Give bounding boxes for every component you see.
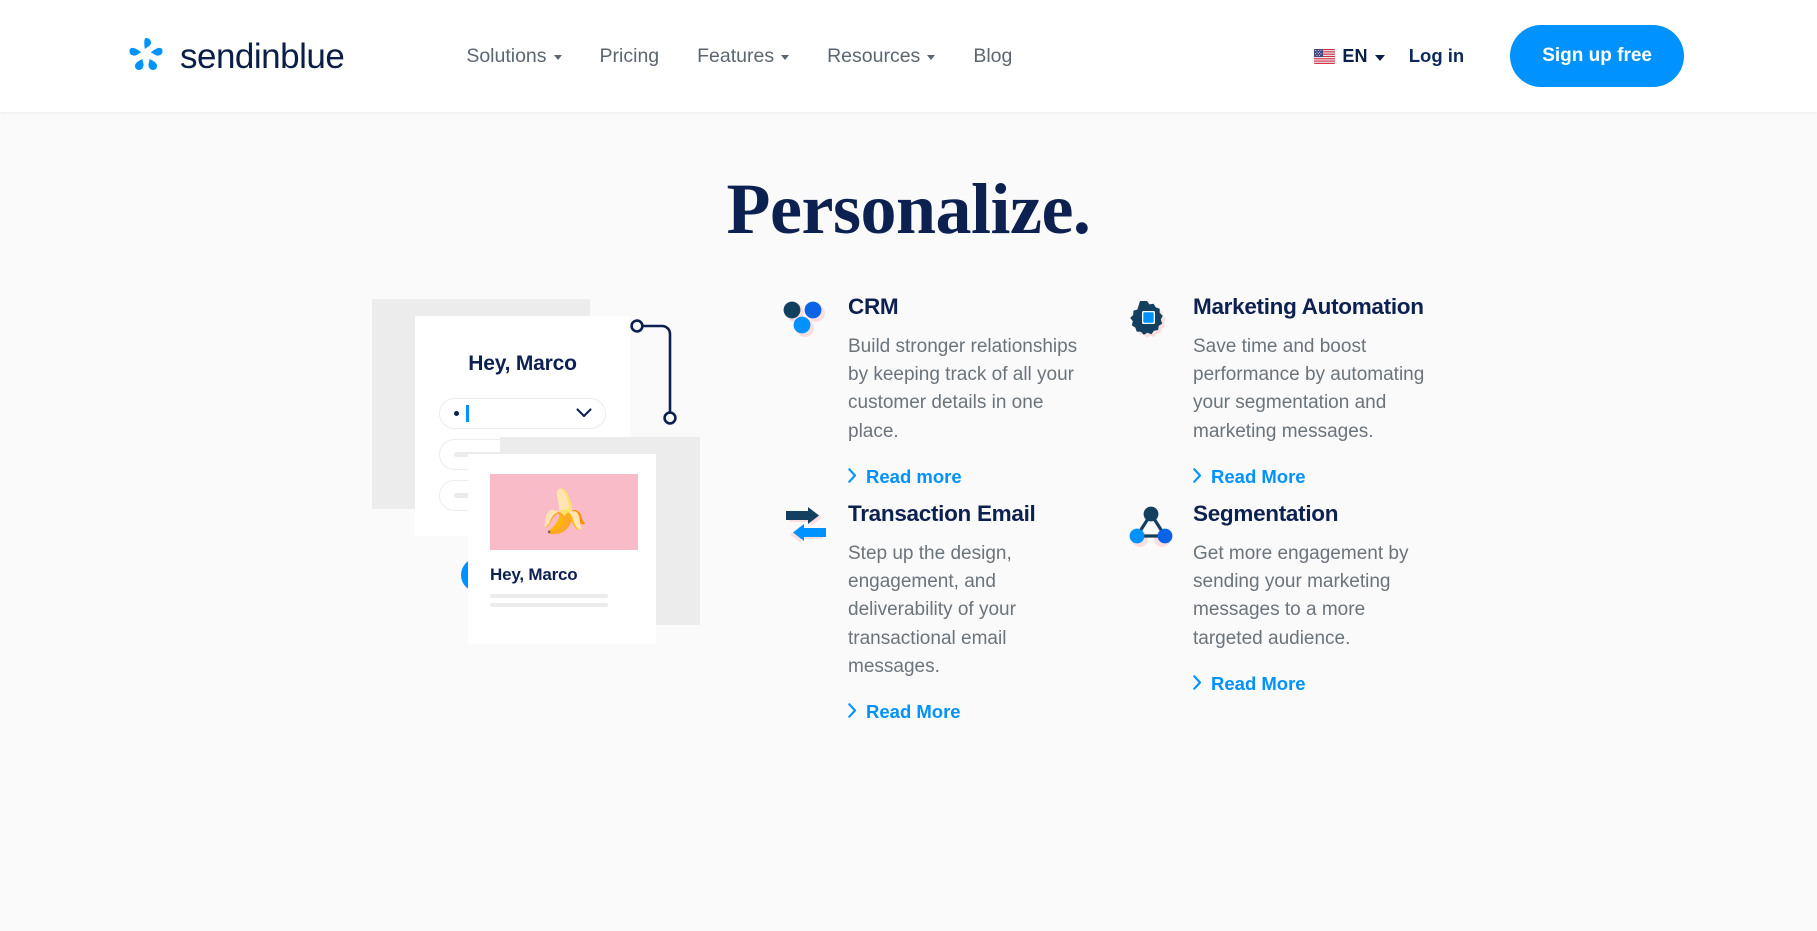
connector-line-top: [630, 319, 690, 434]
feature-title: Segmentation: [1193, 500, 1339, 526]
nav-item-pricing[interactable]: Pricing: [596, 39, 664, 74]
feature-title: CRM: [848, 294, 899, 319]
feature-description: Build stronger relationships by keeping …: [848, 335, 1078, 442]
nav-item-resources[interactable]: Resources: [823, 39, 939, 74]
feature-description: Save time and boost performance by autom…: [1193, 335, 1425, 442]
header-actions: EN Log in Sign up free: [1314, 25, 1684, 87]
page-title: Personalize.: [726, 169, 1091, 249]
feature-title: Transaction Email: [848, 500, 1036, 526]
read-more-link-marketing-automation[interactable]: Read More: [1193, 466, 1306, 488]
language-selector[interactable]: EN: [1314, 45, 1385, 67]
feature-crm: CRM Build stronger relationships by keep…: [782, 294, 1127, 502]
text-cursor: [466, 405, 469, 422]
site-header: sendinblue Solutions Pricing Features Re…: [0, 0, 1817, 112]
feature-title: Marketing Automation: [1193, 294, 1424, 319]
read-more-label: Read More: [866, 701, 961, 723]
text-placeholder-line: [490, 603, 608, 607]
feature-body: Marketing Automation Save time and boost…: [1193, 294, 1472, 488]
nav-item-features[interactable]: Features: [693, 39, 793, 74]
preview-card: 🍌 Hey, Marco: [468, 454, 656, 644]
gear-icon: [1127, 297, 1175, 345]
chevron-right-icon: [848, 466, 857, 488]
us-flag-icon: [1314, 48, 1336, 64]
nav-label: Blog: [973, 44, 1013, 67]
bullet-icon: [454, 411, 459, 416]
nav-label: Resources: [827, 44, 921, 67]
feature-segmentation: Segmentation Get more engagement by send…: [1127, 500, 1472, 737]
read-more-link-segmentation[interactable]: Read More: [1193, 673, 1306, 695]
form-card-greeting: Hey, Marco: [468, 352, 577, 375]
features-grid: CRM Build stronger relationships by keep…: [782, 294, 1472, 737]
chevron-down-icon: [576, 405, 592, 423]
read-more-label: Read More: [1211, 672, 1306, 694]
feature-transaction-email: Transaction Email Step up the design, en…: [782, 500, 1127, 737]
nav-item-blog[interactable]: Blog: [969, 39, 1016, 74]
chevron-right-icon: [1193, 466, 1202, 488]
chevron-down-icon: [781, 55, 790, 60]
banana-image: 🍌: [490, 474, 638, 550]
brand-name: sendinblue: [180, 36, 345, 76]
chevron-down-icon: [1374, 54, 1385, 61]
feature-body: CRM Build stronger relationships by keep…: [848, 294, 1127, 488]
feature-body: Transaction Email Step up the design, en…: [848, 500, 1127, 723]
feature-marketing-automation: Marketing Automation Save time and boost…: [1127, 294, 1472, 502]
chevron-right-icon: [848, 701, 857, 723]
main-navigation: Solutions Pricing Features Resources Blo…: [462, 39, 1016, 74]
chevron-right-icon: [1193, 673, 1202, 695]
feature-description: Get more engagement by sending your mark…: [1193, 542, 1409, 649]
two-arrows-icon: [782, 504, 830, 552]
chevron-down-icon: [553, 55, 562, 60]
sendinblue-pinwheel-logo-icon: [126, 36, 166, 76]
personalization-illustration: Hey, Marco 🍌 Hey, Marco: [330, 299, 760, 719]
login-link[interactable]: Log in: [1409, 45, 1464, 67]
form-field-active[interactable]: [439, 398, 606, 429]
crm-dots-icon: [782, 297, 830, 345]
read-more-label: Read more: [866, 465, 962, 487]
text-placeholder-line: [490, 594, 608, 598]
nav-label: Features: [697, 44, 775, 67]
chevron-down-icon: [927, 55, 936, 60]
feature-description: Step up the design, engagement, and deli…: [848, 542, 1016, 677]
nav-label: Solutions: [466, 44, 547, 67]
nav-label: Pricing: [599, 44, 660, 67]
network-triangle-icon: [1127, 504, 1175, 552]
nav-item-solutions[interactable]: Solutions: [462, 39, 565, 74]
read-more-link-crm[interactable]: Read more: [848, 466, 962, 488]
feature-body: Segmentation Get more engagement by send…: [1193, 500, 1472, 723]
language-code: EN: [1342, 45, 1368, 66]
preview-card-title: Hey, Marco: [490, 565, 578, 584]
brand-logo[interactable]: sendinblue: [126, 36, 345, 76]
signup-button[interactable]: Sign up free: [1510, 25, 1684, 87]
page-content: Personalize. Hey, Marco 🍌 Hey, Marco CRM…: [0, 112, 1817, 931]
content-row: Hey, Marco 🍌 Hey, Marco CRM Build strong…: [0, 293, 1817, 737]
read-more-label: Read More: [1211, 465, 1306, 487]
read-more-link-transaction-email[interactable]: Read More: [848, 701, 961, 723]
banana-icon: 🍌: [537, 488, 591, 535]
